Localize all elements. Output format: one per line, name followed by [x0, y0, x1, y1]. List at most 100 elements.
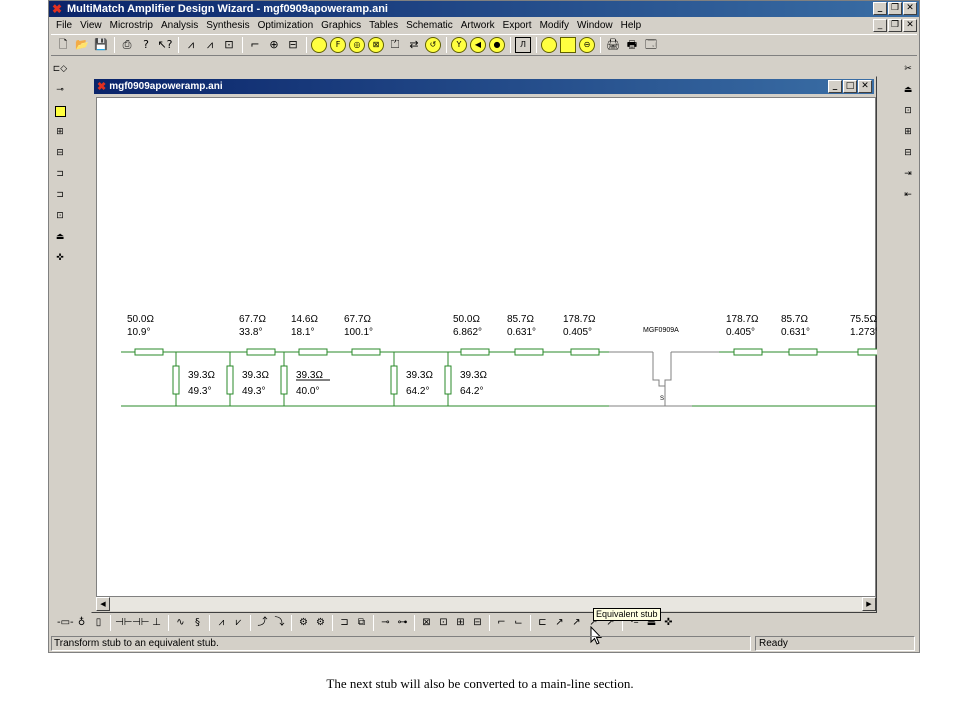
plus-box-icon[interactable]: ⊞: [900, 124, 916, 141]
main-line-element[interactable]: [298, 348, 328, 356]
main-line-element[interactable]: [514, 348, 544, 356]
arrow-diag-icon[interactable]: ↗: [552, 615, 567, 631]
minimize-button[interactable]: _: [873, 2, 887, 15]
arrow-left-icon[interactable]: ⇤: [900, 187, 916, 204]
document-title-bar[interactable]: ✖ mgf0909apoweramp.ani _ □ ✕: [94, 79, 874, 94]
cross-junction-icon[interactable]: ✜: [52, 250, 68, 267]
transistor-icon[interactable]: ⏍: [387, 37, 403, 53]
cap-parallel-icon[interactable]: ⊣⊢: [132, 615, 149, 631]
menu-file[interactable]: File: [52, 20, 76, 31]
bend-icon[interactable]: ⌐: [247, 37, 263, 53]
mdi-restore-button[interactable]: ❐: [888, 19, 902, 32]
horizontal-scrollbar[interactable]: ◀ ▶: [96, 597, 876, 611]
mdi-close-button[interactable]: ✕: [903, 19, 917, 32]
minus-box-icon[interactable]: ⊟: [900, 145, 916, 162]
tune-icon[interactable]: ⩘: [183, 37, 199, 53]
context-help-icon[interactable]: ↖?: [157, 37, 173, 53]
shunt-stub-element[interactable]: [444, 365, 452, 395]
arrow-diag2-icon[interactable]: ↗: [569, 615, 584, 631]
eject-icon[interactable]: ⏏: [900, 82, 916, 99]
port-left-icon[interactable]: ⊏◇: [52, 61, 68, 78]
layout-icon[interactable]: 🖨: [605, 37, 621, 53]
menu-schematic[interactable]: Schematic: [402, 20, 457, 31]
shorted-stub-icon[interactable]: ▯: [91, 615, 106, 631]
menu-analysis[interactable]: Analysis: [157, 20, 202, 31]
element-transform-icon[interactable]: ⊸: [378, 615, 393, 631]
line-element-icon[interactable]: -▭-: [57, 615, 74, 631]
kuroda4-icon[interactable]: ⊟: [470, 615, 485, 631]
element-transform2-icon[interactable]: ⊶: [395, 615, 410, 631]
doc-restore-button[interactable]: □: [843, 80, 857, 93]
menu-help[interactable]: Help: [617, 20, 646, 31]
open-folder-icon[interactable]: 📂: [74, 37, 90, 53]
arrow-right-icon[interactable]: ⇥: [900, 166, 916, 183]
resistor-series-icon[interactable]: ⩘: [214, 615, 229, 631]
main-line-element[interactable]: [351, 348, 381, 356]
main-line-element[interactable]: [246, 348, 276, 356]
new-file-icon[interactable]: 🗋: [55, 37, 71, 53]
load-element-icon[interactable]: [54, 106, 66, 117]
doc-minimize-button[interactable]: _: [828, 80, 842, 93]
main-line-element[interactable]: [788, 348, 818, 356]
mdi-minimize-button[interactable]: _: [873, 19, 887, 32]
shunt-stub-element[interactable]: [280, 365, 288, 395]
cap-shunt-icon[interactable]: ⊥: [149, 615, 164, 631]
scroll-right-button[interactable]: ▶: [862, 597, 876, 611]
tune-alt-icon[interactable]: ⩘: [202, 37, 218, 53]
shunt-stub-element[interactable]: [172, 365, 180, 395]
bend-transform-icon[interactable]: ⌐: [494, 615, 509, 631]
shunt-rlc-icon[interactable]: ⊟: [52, 145, 68, 162]
save-icon[interactable]: 💾: [93, 37, 109, 53]
menu-optimization[interactable]: Optimization: [254, 20, 318, 31]
stub-transform-icon[interactable]: ⊐: [337, 615, 352, 631]
layout2-icon[interactable]: 🖶: [624, 37, 640, 53]
print-icon[interactable]: ⎙: [119, 37, 135, 53]
ys-icon[interactable]: Y: [451, 37, 467, 53]
inductor-shunt-icon[interactable]: §: [190, 615, 205, 631]
open-stub-icon[interactable]: ♁: [74, 615, 89, 631]
kuroda2-icon[interactable]: ⊡: [436, 615, 451, 631]
scroll-left-button[interactable]: ◀: [96, 597, 110, 611]
shunt-element-icon[interactable]: ⊐: [52, 187, 68, 204]
menu-modify[interactable]: Modify: [536, 20, 573, 31]
coupler-icon[interactable]: ⇄: [406, 37, 422, 53]
gear-icon[interactable]: ⚙: [296, 615, 311, 631]
resistor-shunt-icon[interactable]: ⩗: [231, 615, 246, 631]
menu-graphics[interactable]: Graphics: [317, 20, 365, 31]
series-element-icon[interactable]: ⊸: [52, 82, 68, 99]
restore-button[interactable]: ❐: [888, 2, 902, 15]
transformer-icon[interactable]: ⊡: [52, 208, 68, 225]
ground-icon[interactable]: ⏏: [52, 229, 68, 246]
series-rlc-icon[interactable]: ⊞: [52, 124, 68, 141]
yl-icon[interactable]: ◀: [470, 37, 486, 53]
cap-series-icon[interactable]: ⊣⊢: [115, 615, 132, 631]
tee-icon[interactable]: ⊕: [266, 37, 282, 53]
arc-icon[interactable]: ⤴: [255, 615, 270, 631]
main-line-element[interactable]: [733, 348, 763, 356]
arc2-icon[interactable]: ⤵: [272, 615, 287, 631]
schematic-canvas[interactable]: 50.0Ω 10.9° 67.7Ω 33.8° 14.6Ω 18.1° 67.7Ω 100.1…: [96, 97, 887, 597]
menu-window[interactable]: Window: [573, 20, 617, 31]
transistor-device[interactable]: MGF0909A S: [609, 327, 719, 407]
table-icon[interactable]: Л: [515, 37, 531, 53]
parallel-element-icon[interactable]: ⊐: [52, 166, 68, 183]
kuroda-icon[interactable]: ⊠: [419, 615, 434, 631]
box-tool-icon[interactable]: ⊡: [900, 103, 916, 120]
main-line-element[interactable]: [460, 348, 490, 356]
gain-circle-icon[interactable]: F: [330, 37, 346, 53]
round-square-icon[interactable]: ⊖: [579, 37, 595, 53]
square-outline-icon[interactable]: [560, 37, 576, 53]
bend-transform2-icon[interactable]: ⌙: [511, 615, 526, 631]
box-icon[interactable]: ⊟: [285, 37, 301, 53]
main-line-element[interactable]: [134, 348, 164, 356]
main-line-element[interactable]: [570, 348, 600, 356]
layout3-icon[interactable]: 🗔: [643, 37, 659, 53]
inductor-series-icon[interactable]: ∿: [173, 615, 188, 631]
shunt-stub-element[interactable]: [226, 365, 234, 395]
noise-circle-icon[interactable]: ◎: [349, 37, 365, 53]
shunt-stub-element[interactable]: [390, 365, 398, 395]
circle-icon[interactable]: ●: [489, 37, 505, 53]
menu-tables[interactable]: Tables: [365, 20, 402, 31]
close-button[interactable]: ✕: [903, 2, 917, 15]
stub-icon[interactable]: ⊡: [221, 37, 237, 53]
